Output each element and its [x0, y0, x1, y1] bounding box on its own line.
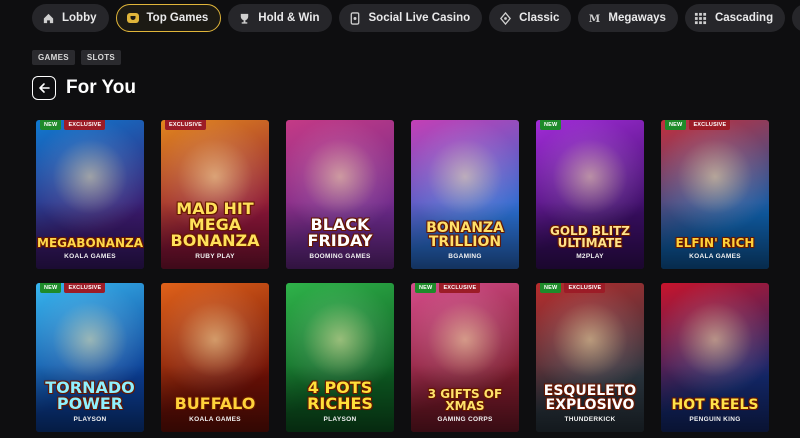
category-bar: Lobby Top Games Hold & Win Social Live Casi… — [32, 4, 800, 34]
game-provider: KOALA GAMES — [689, 253, 741, 260]
game-provider: M2PLAY — [576, 253, 604, 260]
exclusive-badge: EXCLUSIVE — [165, 120, 206, 130]
trophy-badge-icon — [126, 11, 140, 25]
game-title: ELFIN' RICH — [675, 236, 755, 250]
game-card[interactable]: NEW EXCLUSIVE ELFIN' RICH KOALA GAMES — [661, 120, 769, 269]
category-top-games[interactable]: Top Games — [115, 4, 222, 32]
back-button[interactable] — [32, 76, 56, 100]
category-cascading[interactable]: Cascading — [684, 4, 786, 32]
category-label: Top Games — [146, 12, 209, 24]
new-badge: NEW — [40, 120, 62, 130]
new-badge: NEW — [415, 283, 437, 293]
game-card[interactable]: BONANZA TRILLION BGAMING — [411, 120, 519, 269]
home-icon — [41, 11, 55, 25]
game-provider: BOOMING GAMES — [309, 253, 371, 260]
game-title: MAD HIT MEGA BONANZA — [170, 199, 260, 250]
badge-group: NEW EXCLUSIVE — [40, 120, 106, 130]
grid-icon — [694, 11, 708, 25]
exclusive-badge: EXCLUSIVE — [564, 283, 606, 293]
game-card[interactable]: BLACK FRIDAY BOOMING GAMES — [286, 120, 394, 269]
exclusive-badge: EXCLUSIVE — [439, 283, 481, 293]
new-badge: NEW — [665, 120, 687, 130]
game-provider: PENGUIN KING — [689, 416, 741, 423]
game-title: TORNADO POWER — [45, 378, 135, 413]
game-provider: RUBY PLAY — [195, 253, 235, 260]
cup-icon — [237, 11, 251, 25]
category-label: Hold & Win — [258, 12, 320, 24]
new-badge: NEW — [40, 283, 62, 293]
new-badge: NEW — [540, 120, 562, 130]
badge-group: EXCLUSIVE — [165, 120, 206, 130]
category-social-live-casino[interactable]: Social Live Casino — [338, 4, 483, 32]
breadcrumb-games[interactable]: GAMES — [32, 50, 75, 65]
game-provider: PLAYSON — [323, 416, 357, 423]
badge-group: NEW — [540, 120, 562, 130]
game-card[interactable]: HOT REELS PENGUIN KING — [661, 283, 769, 432]
category-label: Megaways — [608, 12, 666, 24]
category-megaways[interactable]: M Megaways — [578, 4, 678, 32]
game-card[interactable]: NEW EXCLUSIVE 3 GIFTS OF XMAS GAMING CORPS — [411, 283, 519, 432]
megaways-icon: M — [587, 11, 601, 25]
category-label: Social Live Casino — [368, 12, 471, 24]
game-provider: GAMING CORPS — [437, 416, 493, 423]
category-new-releases[interactable]: New Releases — [792, 4, 800, 32]
game-title: BLACK FRIDAY — [307, 215, 373, 250]
game-title: ESQUELETO EXPLOSIVO — [543, 383, 637, 413]
game-title: GOLD BLITZ ULTIMATE — [550, 224, 630, 250]
category-label: Lobby — [62, 12, 97, 24]
game-grid: NEW EXCLUSIVE MEGABONANZA KOALA GAMES EXCLUS… — [36, 120, 769, 432]
game-title: BUFFALO — [174, 394, 256, 413]
game-provider: THUNDERKICK — [564, 416, 616, 423]
game-title: HOT REELS — [671, 397, 759, 413]
game-provider: KOALA GAMES — [189, 416, 241, 423]
badge-group: NEW EXCLUSIVE — [665, 120, 731, 130]
game-title: 3 GIFTS OF XMAS — [427, 387, 503, 413]
badge-group: NEW EXCLUSIVE — [40, 283, 106, 293]
game-card[interactable]: EXCLUSIVE MAD HIT MEGA BONANZA RUBY PLAY — [161, 120, 269, 269]
game-provider: BGAMING — [448, 253, 482, 260]
game-card[interactable]: NEW EXCLUSIVE TORNADO POWER PLAYSON — [36, 283, 144, 432]
game-card[interactable]: 4 POTS RICHES PLAYSON — [286, 283, 394, 432]
category-hold-win[interactable]: Hold & Win — [228, 4, 332, 32]
exclusive-badge: EXCLUSIVE — [689, 120, 731, 130]
breadcrumb: GAMES SLOTS — [32, 50, 122, 65]
category-lobby[interactable]: Lobby — [32, 4, 109, 32]
game-card[interactable]: NEW EXCLUSIVE ESQUELETO EXPLOSIVO THUNDERKI… — [536, 283, 644, 432]
breadcrumb-slots[interactable]: SLOTS — [80, 50, 122, 65]
category-classic[interactable]: Classic — [489, 4, 572, 32]
badge-group: NEW EXCLUSIVE — [540, 283, 606, 293]
badge-group: NEW EXCLUSIVE — [415, 283, 481, 293]
arrow-left-icon — [39, 83, 50, 93]
page-title: For You — [66, 77, 137, 98]
diamond-icon — [498, 11, 512, 25]
game-card[interactable]: BUFFALO KOALA GAMES — [161, 283, 269, 432]
new-badge: NEW — [540, 283, 562, 293]
game-provider: KOALA GAMES — [64, 253, 116, 260]
game-card[interactable]: NEW GOLD BLITZ ULTIMATE M2PLAY — [536, 120, 644, 269]
exclusive-badge: EXCLUSIVE — [64, 120, 106, 130]
game-card[interactable]: NEW EXCLUSIVE MEGABONANZA KOALA GAMES — [36, 120, 144, 269]
game-provider: PLAYSON — [73, 416, 107, 423]
game-title: 4 POTS RICHES — [307, 378, 373, 413]
game-title: MEGABONANZA — [37, 236, 143, 250]
category-label: Cascading — [714, 12, 774, 24]
live-card-icon — [348, 11, 362, 25]
exclusive-badge: EXCLUSIVE — [64, 283, 106, 293]
category-label: Classic — [519, 12, 560, 24]
game-title: BONANZA TRILLION — [426, 220, 504, 250]
svg-text:M: M — [589, 13, 600, 25]
